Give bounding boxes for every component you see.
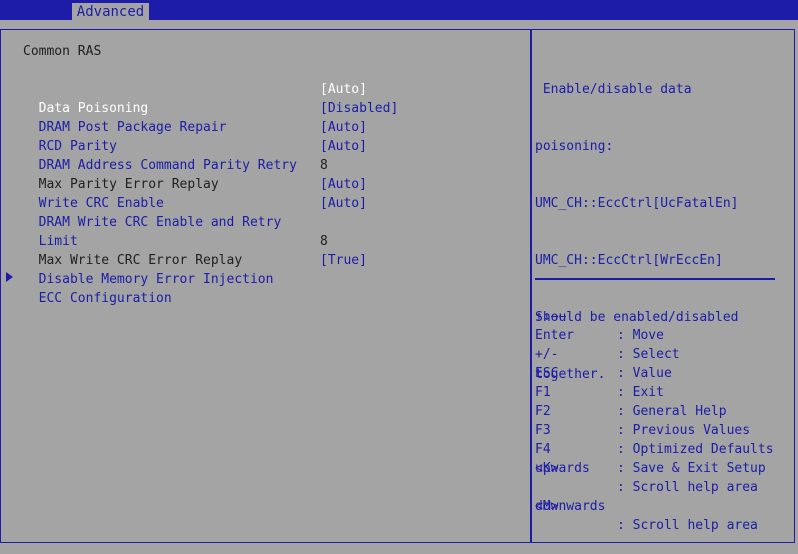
setting-value: 8 xyxy=(320,158,328,173)
key-row-optimized-defaults: F3 : Optimized Defaults xyxy=(535,402,795,457)
submenu-ecc-configuration[interactable]: ECC Configuration xyxy=(23,270,172,308)
key-row-previous-values: F2 : Previous Values xyxy=(535,383,795,438)
section-title: Common RAS xyxy=(23,44,102,59)
setting-value[interactable]: [Auto] xyxy=(320,118,367,137)
key-legend: ↑↓→← : Move Enter : Select +/- : Value E… xyxy=(535,288,795,533)
help-line: Enable/disable data xyxy=(535,82,692,97)
setting-value: 8 xyxy=(320,234,328,249)
setting-value[interactable]: [Auto] xyxy=(320,175,367,194)
key-row-general-help: F1 : General Help xyxy=(535,364,795,419)
submenu-arrow-icon xyxy=(6,272,13,282)
setting-value[interactable]: [True] xyxy=(320,251,367,270)
key-row-select: Enter : Select xyxy=(535,307,795,362)
submenu-label: ECC Configuration xyxy=(38,291,172,306)
panel-divider xyxy=(530,30,532,543)
key-row-value: +/- : Value xyxy=(535,326,795,381)
key-desc-cont: downwards xyxy=(535,499,606,514)
help-line: poisoning: xyxy=(535,139,614,154)
key-desc: : Save & Exit Setup xyxy=(617,461,766,476)
key-row-save-exit: F4 : Save & Exit Setup xyxy=(535,421,795,476)
help-line: UMC_CH::EccCtrl[WrEccEn] xyxy=(535,253,723,268)
setting-value[interactable]: [Auto] xyxy=(320,80,367,99)
help-line: UMC_CH::EccCtrl[UcFatalEn] xyxy=(535,196,739,211)
key-name: <M> xyxy=(535,499,559,514)
key-row-scroll-down: <M> : Scroll help area xyxy=(535,478,795,533)
tab-advanced[interactable]: Advanced xyxy=(72,3,149,21)
key-name: <K> xyxy=(535,461,559,476)
key-row-move: ↑↓→← : Move xyxy=(535,288,795,343)
key-row-exit: ESC : Exit xyxy=(535,345,795,400)
key-row-scroll-up: <K> : Scroll help area xyxy=(535,440,795,495)
setting-value[interactable]: [Auto] xyxy=(320,194,367,213)
setting-value[interactable]: [Auto] xyxy=(320,137,367,156)
setting-value[interactable]: [Disabled] xyxy=(320,99,398,118)
key-desc: : Scroll help area xyxy=(617,518,758,533)
